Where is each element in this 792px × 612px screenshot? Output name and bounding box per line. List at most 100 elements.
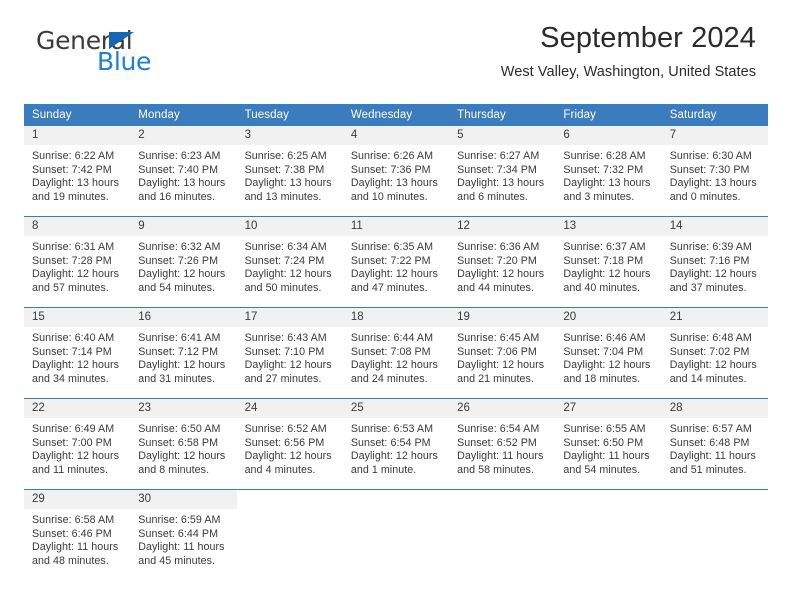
- calendar-day-cell[interactable]: 23 Sunrise: 6:50 AM Sunset: 6:58 PM Dayligh…: [130, 398, 237, 490]
- day-cell-content: 23 Sunrise: 6:50 AM Sunset: 6:58 PM Dayligh…: [130, 399, 237, 489]
- day-details: Sunrise: 6:30 AM Sunset: 7:30 PM Daylight:…: [662, 145, 768, 204]
- calendar-day-cell[interactable]: [555, 489, 662, 580]
- calendar-day-cell[interactable]: 13 Sunrise: 6:37 AM Sunset: 7:18 PM Dayligh…: [555, 216, 662, 308]
- sunset-text: Sunset: 7:10 PM: [244, 345, 325, 358]
- daylight-text-line1: Daylight: 12 hours: [138, 450, 226, 463]
- calendar-day-cell[interactable]: 7 Sunrise: 6:30 AM Sunset: 7:30 PM Daylight…: [661, 126, 768, 217]
- calendar-day-cell[interactable]: 8 Sunrise: 6:31 AM Sunset: 7:28 PM Daylight…: [24, 216, 131, 308]
- daylight-text-line2: and 14 minutes.: [669, 372, 747, 385]
- daylight-text-line1: Daylight: 11 hours: [669, 450, 756, 463]
- day-cell-content: 9 Sunrise: 6:32 AM Sunset: 7:26 PM Daylight…: [130, 217, 237, 307]
- day-cell-content: 18 Sunrise: 6:44 AM Sunset: 7:08 PM Dayligh…: [342, 308, 450, 398]
- calendar-day-cell[interactable]: 26 Sunrise: 6:54 AM Sunset: 6:52 PM Dayligh…: [449, 398, 556, 490]
- daylight-text-line2: and 51 minutes.: [669, 463, 747, 476]
- calendar-week-row: 29 Sunrise: 6:58 AM Sunset: 6:46 PM Dayligh…: [24, 489, 768, 580]
- daylight-text-line2: and 58 minutes.: [457, 463, 534, 476]
- day-cell-content: 28 Sunrise: 6:57 AM Sunset: 6:48 PM Dayligh…: [661, 399, 768, 489]
- day-details: Sunrise: 6:27 AM Sunset: 7:34 PM Daylight:…: [449, 145, 555, 204]
- calendar-day-cell[interactable]: 19 Sunrise: 6:45 AM Sunset: 7:06 PM Dayligh…: [449, 307, 556, 399]
- day-number: 27: [555, 399, 662, 418]
- calendar-day-cell[interactable]: 4 Sunrise: 6:26 AM Sunset: 7:36 PM Daylight…: [342, 126, 450, 217]
- daylight-text-line2: and 1 minute.: [350, 463, 417, 476]
- page-title: September 2024: [540, 22, 756, 54]
- sunset-text: Sunset: 7:42 PM: [32, 163, 112, 176]
- calendar-day-cell[interactable]: 24 Sunrise: 6:52 AM Sunset: 6:56 PM Dayligh…: [236, 398, 343, 490]
- calendar-day-cell[interactable]: 15 Sunrise: 6:40 AM Sunset: 7:14 PM Dayligh…: [24, 307, 131, 399]
- calendar-day-cell[interactable]: 30 Sunrise: 6:59 AM Sunset: 6:44 PM Dayligh…: [130, 489, 237, 580]
- day-cell-content: 26 Sunrise: 6:54 AM Sunset: 6:52 PM Dayligh…: [449, 399, 556, 489]
- daylight-text-line1: Daylight: 12 hours: [32, 450, 120, 463]
- day-cell-content: 15 Sunrise: 6:40 AM Sunset: 7:14 PM Dayligh…: [24, 308, 131, 398]
- daylight-text-line2: and 31 minutes.: [138, 372, 216, 385]
- daylight-text-line1: Daylight: 13 hours: [138, 177, 226, 190]
- day-details: Sunrise: 6:37 AM Sunset: 7:18 PM Daylight:…: [555, 236, 661, 295]
- calendar-day-cell[interactable]: [342, 489, 450, 580]
- calendar-day-cell[interactable]: 3 Sunrise: 6:25 AM Sunset: 7:38 PM Daylight…: [236, 126, 343, 217]
- daylight-text-line1: Daylight: 12 hours: [244, 359, 332, 372]
- day-cell-content: 13 Sunrise: 6:37 AM Sunset: 7:18 PM Dayligh…: [555, 217, 662, 307]
- sunrise-text: Sunrise: 6:39 AM: [669, 241, 752, 253]
- daylight-text-line1: Daylight: 11 hours: [563, 450, 650, 463]
- sunrise-text: Sunrise: 6:46 AM: [563, 332, 646, 344]
- day-number: 11: [342, 217, 450, 236]
- daylight-text-line2: and 19 minutes.: [32, 190, 109, 203]
- calendar-day-cell[interactable]: 20 Sunrise: 6:46 AM Sunset: 7:04 PM Dayligh…: [555, 307, 662, 399]
- calendar-day-cell[interactable]: 2 Sunrise: 6:23 AM Sunset: 7:40 PM Daylight…: [130, 126, 237, 217]
- calendar-day-cell[interactable]: [236, 489, 343, 580]
- day-details: Sunrise: 6:46 AM Sunset: 7:04 PM Daylight:…: [555, 327, 661, 386]
- daylight-text-line2: and 40 minutes.: [563, 281, 641, 294]
- day-cell-content: 12 Sunrise: 6:36 AM Sunset: 7:20 PM Dayligh…: [449, 217, 556, 307]
- day-number: 14: [661, 217, 768, 236]
- general-blue-logo[interactable]: General Blue: [36, 26, 236, 76]
- weekday-header-tuesday: Tuesday: [236, 104, 343, 126]
- calendar-day-cell[interactable]: 12 Sunrise: 6:36 AM Sunset: 7:20 PM Dayligh…: [449, 216, 556, 308]
- daylight-text-line1: Daylight: 12 hours: [244, 268, 332, 281]
- day-details: Sunrise: 6:53 AM Sunset: 6:54 PM Daylight:…: [343, 418, 449, 477]
- sunset-text: Sunset: 7:28 PM: [32, 254, 112, 267]
- day-number: 17: [236, 308, 343, 327]
- calendar-day-cell[interactable]: 22 Sunrise: 6:49 AM Sunset: 7:00 PM Dayligh…: [24, 398, 131, 490]
- calendar-day-cell[interactable]: 6 Sunrise: 6:28 AM Sunset: 7:32 PM Daylight…: [555, 126, 662, 217]
- sunrise-text: Sunrise: 6:35 AM: [350, 241, 434, 253]
- calendar-day-cell[interactable]: 1 Sunrise: 6:22 AM Sunset: 7:42 PM Daylight…: [24, 126, 131, 217]
- calendar-day-cell[interactable]: 25 Sunrise: 6:53 AM Sunset: 6:54 PM Dayligh…: [342, 398, 450, 490]
- calendar-day-cell[interactable]: 28 Sunrise: 6:57 AM Sunset: 6:48 PM Dayligh…: [661, 398, 768, 490]
- calendar-day-cell[interactable]: 14 Sunrise: 6:39 AM Sunset: 7:16 PM Dayligh…: [661, 216, 768, 308]
- daylight-text-line1: Daylight: 11 hours: [138, 541, 225, 554]
- calendar-day-cell[interactable]: 18 Sunrise: 6:44 AM Sunset: 7:08 PM Dayligh…: [342, 307, 450, 399]
- sunset-text: Sunset: 7:18 PM: [563, 254, 644, 267]
- calendar-day-cell[interactable]: 29 Sunrise: 6:58 AM Sunset: 6:46 PM Dayligh…: [24, 489, 131, 580]
- calendar-day-cell[interactable]: 16 Sunrise: 6:41 AM Sunset: 7:12 PM Dayligh…: [130, 307, 237, 399]
- daylight-text-line1: Daylight: 13 hours: [350, 177, 438, 190]
- calendar-day-cell[interactable]: 10 Sunrise: 6:34 AM Sunset: 7:24 PM Dayligh…: [236, 216, 343, 308]
- day-number: [237, 490, 343, 509]
- day-cell-content: 4 Sunrise: 6:26 AM Sunset: 7:36 PM Daylight…: [342, 126, 450, 216]
- sunrise-text: Sunrise: 6:34 AM: [244, 241, 327, 253]
- day-details: Sunrise: 6:41 AM Sunset: 7:12 PM Daylight:…: [130, 327, 236, 386]
- calendar-day-cell[interactable]: 21 Sunrise: 6:48 AM Sunset: 7:02 PM Dayligh…: [661, 307, 768, 399]
- calendar-day-cell[interactable]: 17 Sunrise: 6:43 AM Sunset: 7:10 PM Dayligh…: [236, 307, 343, 399]
- day-details: Sunrise: 6:59 AM Sunset: 6:44 PM Daylight:…: [130, 509, 236, 568]
- day-cell-content: 1 Sunrise: 6:22 AM Sunset: 7:42 PM Daylight…: [24, 126, 131, 216]
- calendar-week-row: 22 Sunrise: 6:49 AM Sunset: 7:00 PM Dayligh…: [24, 398, 768, 490]
- day-number: 26: [449, 399, 556, 418]
- day-number: 22: [24, 399, 131, 418]
- calendar-day-cell[interactable]: 9 Sunrise: 6:32 AM Sunset: 7:26 PM Daylight…: [130, 216, 237, 308]
- day-details: Sunrise: 6:39 AM Sunset: 7:16 PM Daylight:…: [662, 236, 768, 295]
- day-details: Sunrise: 6:22 AM Sunset: 7:42 PM Daylight:…: [24, 145, 130, 204]
- day-cell-content: 6 Sunrise: 6:28 AM Sunset: 7:32 PM Daylight…: [555, 126, 662, 216]
- calendar-day-cell[interactable]: 27 Sunrise: 6:55 AM Sunset: 6:50 PM Dayligh…: [555, 398, 662, 490]
- calendar-day-cell[interactable]: 11 Sunrise: 6:35 AM Sunset: 7:22 PM Dayligh…: [342, 216, 450, 308]
- sunset-text: Sunset: 6:54 PM: [350, 436, 431, 449]
- calendar-day-cell[interactable]: [661, 489, 768, 580]
- daylight-text-line1: Daylight: 13 hours: [32, 177, 120, 190]
- day-cell-content: 17 Sunrise: 6:43 AM Sunset: 7:10 PM Dayligh…: [236, 308, 343, 398]
- daylight-text-line2: and 50 minutes.: [244, 281, 322, 294]
- sunrise-text: Sunrise: 6:40 AM: [32, 332, 115, 344]
- daylight-text-line1: Daylight: 11 hours: [32, 541, 119, 554]
- daylight-text-line2: and 18 minutes.: [563, 372, 641, 385]
- sunrise-text: Sunrise: 6:44 AM: [350, 332, 434, 344]
- calendar-day-cell[interactable]: 5 Sunrise: 6:27 AM Sunset: 7:34 PM Daylight…: [449, 126, 556, 217]
- calendar-day-cell[interactable]: [449, 489, 556, 580]
- day-cell-empty: [449, 490, 555, 580]
